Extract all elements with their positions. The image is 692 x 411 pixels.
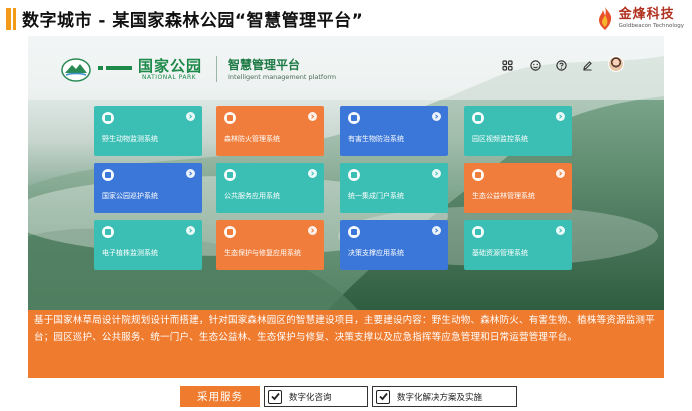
services-label: 采用服务 xyxy=(180,386,260,407)
service-item-consulting: 数字化咨询 xyxy=(264,386,368,407)
brand-english: Goldbeacon Technology xyxy=(618,23,684,29)
arrow-right-icon xyxy=(186,112,195,121)
system-tile-label: 决策支撑应用系统 xyxy=(348,249,404,257)
system-tile[interactable]: 森林防火管理系统 xyxy=(216,106,324,156)
arrow-right-icon xyxy=(432,112,441,121)
chart-icon xyxy=(348,226,360,238)
paw-icon xyxy=(102,112,114,124)
brand: 金烽科技 Goldbeacon Technology xyxy=(594,6,684,32)
park-logo-english: NATIONAL PARK xyxy=(142,74,197,81)
user-avatar[interactable] xyxy=(608,56,624,72)
arrow-right-icon xyxy=(308,169,317,178)
plant-icon xyxy=(102,226,114,238)
system-tile[interactable]: 有害生物防治系统 xyxy=(340,106,448,156)
system-tile-label: 统一集成门户系统 xyxy=(348,192,404,200)
system-tile-label: 基础资源管理系统 xyxy=(472,249,528,257)
system-tile[interactable]: 电子植株监测系统 xyxy=(94,220,202,270)
system-tile-label: 野生动物监测系统 xyxy=(102,135,158,143)
shield-icon xyxy=(224,112,236,124)
arrow-right-icon xyxy=(186,226,195,235)
service-icon xyxy=(224,169,236,181)
database-icon xyxy=(472,226,484,238)
platform-title: 智慧管理平台 xyxy=(228,58,301,72)
arrow-right-icon xyxy=(432,226,441,235)
system-tile[interactable]: 基础资源管理系统 xyxy=(464,220,572,270)
checkbox-checked-icon xyxy=(268,389,282,404)
checkbox-checked-icon xyxy=(376,389,390,404)
arrow-right-icon xyxy=(556,112,565,121)
system-tile-label: 生态公益林管理系统 xyxy=(472,192,535,200)
portal-icon xyxy=(348,169,360,181)
arrow-right-icon xyxy=(556,169,565,178)
system-tile-label: 森林防火管理系统 xyxy=(224,135,280,143)
brand-name: 金烽科技 xyxy=(618,7,675,22)
header-divider xyxy=(216,56,217,82)
bug-icon xyxy=(348,112,360,124)
system-tile[interactable]: 国家公园巡护系统 xyxy=(94,163,202,213)
platform-screenshot: 国家公园 NATIONAL PARK 智慧管理平台 Intelligent ma… xyxy=(28,36,664,310)
brand-flame-icon xyxy=(598,7,611,30)
slide: 数字城市 - 某国家森林公园“智慧管理平台” 金烽科技 Goldbeacon T… xyxy=(0,0,692,411)
arrow-right-icon xyxy=(308,112,317,121)
arrow-right-icon xyxy=(556,226,565,235)
system-tile[interactable]: 生态公益林管理系统 xyxy=(464,163,572,213)
system-tile-label: 公共服务应用系统 xyxy=(224,192,280,200)
service-item-label: 数字化咨询 xyxy=(289,392,332,403)
system-tile-label: 生态保护与修复应用系统 xyxy=(224,249,301,257)
logo-divider-bars xyxy=(98,66,132,70)
system-tile-label: 电子植株监测系统 xyxy=(102,249,158,257)
project-description: 基于国家林草局设计院规划设计而搭建，针对国家森林园区的智慧建设项目，主要建设内容… xyxy=(28,310,664,378)
national-park-logo-icon xyxy=(61,58,91,82)
help-icon[interactable] xyxy=(554,58,568,72)
service-item-label: 数字化解决方案及实施 xyxy=(397,392,483,403)
system-tile[interactable]: 生态保护与修复应用系统 xyxy=(216,220,324,270)
location-icon xyxy=(102,169,114,181)
leaf-icon xyxy=(224,226,236,238)
slide-title: 数字城市 - 某国家森林公园“智慧管理平台” xyxy=(22,11,364,31)
platform-subtitle: Intelligent management platform xyxy=(228,73,337,81)
monitor-icon xyxy=(472,112,484,124)
arrow-right-icon xyxy=(186,169,195,178)
header-accent-bar-thin xyxy=(13,8,16,30)
system-tile-label: 国家公园巡护系统 xyxy=(102,192,158,200)
system-tile-label: 园区视频监控系统 xyxy=(472,135,528,143)
system-tile[interactable]: 野生动物监测系统 xyxy=(94,106,202,156)
park-logo-text: 国家公园 xyxy=(138,57,203,75)
system-tile[interactable]: 决策支撑应用系统 xyxy=(340,220,448,270)
service-item-solution: 数字化解决方案及实施 xyxy=(372,386,517,407)
grid-icon[interactable] xyxy=(500,58,514,72)
arrow-right-icon xyxy=(432,169,441,178)
tree-icon xyxy=(472,169,484,181)
edit-icon[interactable] xyxy=(580,58,594,72)
system-tile-label: 有害生物防治系统 xyxy=(348,135,404,143)
system-tile[interactable]: 园区视频监控系统 xyxy=(464,106,572,156)
system-tile[interactable]: 公共服务应用系统 xyxy=(216,163,324,213)
arrow-right-icon xyxy=(308,226,317,235)
system-tile[interactable]: 统一集成门户系统 xyxy=(340,163,448,213)
smile-icon[interactable] xyxy=(528,58,542,72)
header-accent-bar xyxy=(6,8,11,30)
